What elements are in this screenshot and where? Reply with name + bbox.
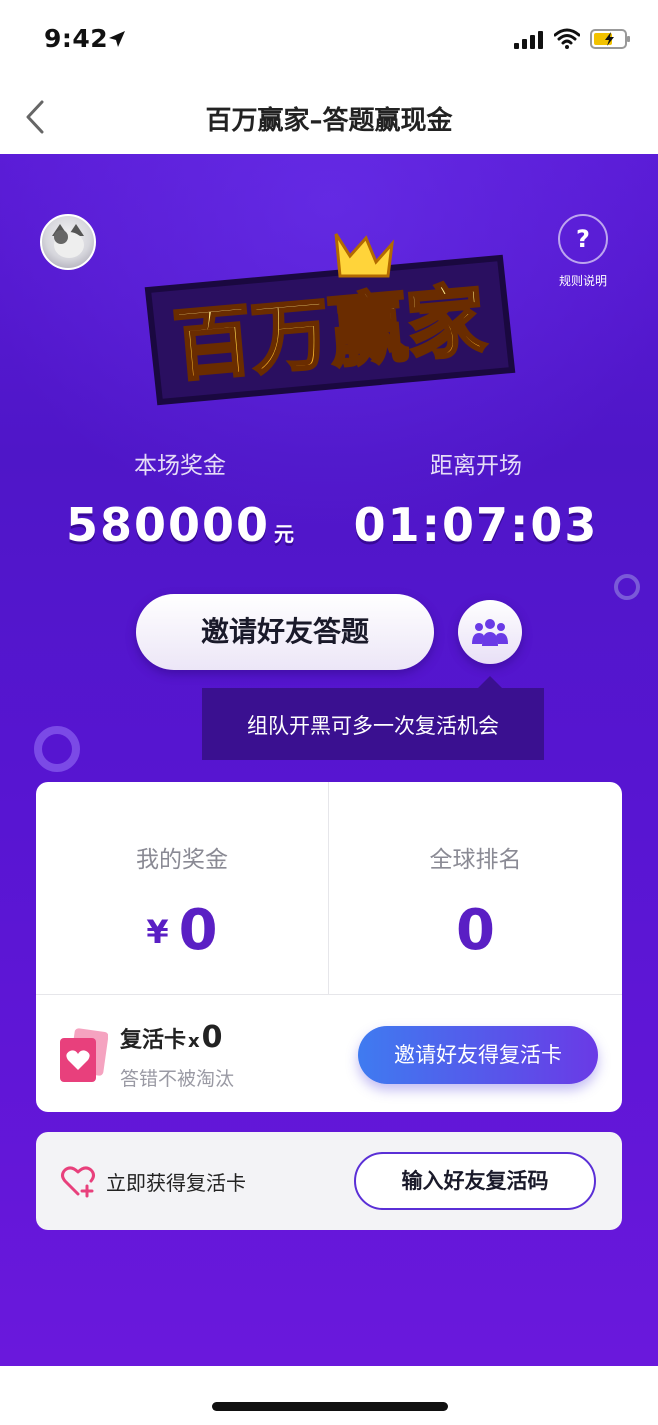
heart-plus-icon	[61, 1166, 95, 1198]
revive-subtitle: 答错不被淘汰	[120, 1068, 235, 1090]
revive-code-card: 立即获得复活卡 输入好友复活码	[36, 1132, 622, 1230]
my-prize-value: ¥0	[36, 898, 328, 963]
tooltip-arrow	[478, 676, 502, 688]
prize-amount: 580000	[65, 498, 271, 552]
team-tooltip: 组队开黑可多一次复活机会	[202, 688, 544, 760]
team-button[interactable]	[458, 600, 522, 664]
avatar-patch	[54, 230, 68, 244]
revive-title: 复活卡 x0	[120, 1020, 223, 1055]
signal-icon	[514, 31, 543, 49]
my-prize-amount: 0	[178, 898, 218, 963]
question-icon: ?	[558, 214, 608, 264]
countdown-stat: 距离开场 01:07:03	[326, 446, 626, 552]
wifi-icon	[554, 28, 580, 49]
card-divider	[36, 994, 622, 995]
prize-label: 本场奖金	[134, 453, 226, 479]
battery-icon	[590, 29, 630, 49]
team-icon	[472, 619, 508, 646]
revive-count: 0	[201, 1020, 223, 1055]
nav-bar: 百万赢家–答题赢现金	[0, 80, 658, 154]
revive-card-icon	[60, 1028, 108, 1082]
revive-title-text: 复活卡	[120, 1028, 187, 1053]
global-rank-cell: 全球排名 0	[329, 782, 622, 994]
prize-unit: 元	[274, 522, 295, 546]
prize-stat: 本场奖金 580000 元	[30, 446, 330, 552]
my-prize-label: 我的奖金	[136, 847, 228, 873]
location-arrow-icon	[109, 31, 125, 47]
enter-code-button[interactable]: 输入好友复活码	[354, 1152, 596, 1210]
rules-button[interactable]: ? 规则说明	[548, 214, 618, 294]
rules-label: 规则说明	[558, 274, 607, 288]
page-title: 百万赢家–答题赢现金	[205, 106, 453, 136]
invite-revive-button[interactable]: 邀请好友得复活卡	[358, 1026, 598, 1084]
hero-section: ? 规则说明 百万赢家 本场奖金 580000 元 距离开场 01:07:03 邀…	[0, 154, 658, 1366]
game-logo: 百万赢家	[144, 233, 516, 406]
my-prize-cell: 我的奖金 ¥0	[36, 782, 329, 994]
decor-ring	[34, 726, 80, 772]
countdown-label: 距离开场	[430, 453, 522, 479]
prize-value: 580000 元	[30, 498, 330, 552]
status-bar: 9:42	[0, 0, 658, 80]
home-indicator[interactable]	[212, 1402, 448, 1411]
currency-symbol: ¥	[146, 913, 169, 951]
global-rank-label: 全球排名	[429, 847, 522, 873]
global-rank-value: 0	[456, 898, 495, 963]
prize-card: 我的奖金 ¥0 全球排名 0 复活卡 x0 答错不被淘汰 邀请好友得复活卡	[36, 782, 622, 1112]
status-time: 9:42	[44, 24, 109, 53]
revive-multiplier: x	[188, 1031, 200, 1052]
tooltip-text: 组队开黑可多一次复活机会	[247, 714, 499, 738]
get-revive-label: 立即获得复活卡	[106, 1171, 246, 1195]
decor-ring	[614, 574, 640, 600]
countdown-value: 01:07:03	[353, 498, 599, 552]
avatar[interactable]	[40, 214, 96, 270]
invite-friends-button[interactable]: 邀请好友答题	[136, 594, 434, 670]
